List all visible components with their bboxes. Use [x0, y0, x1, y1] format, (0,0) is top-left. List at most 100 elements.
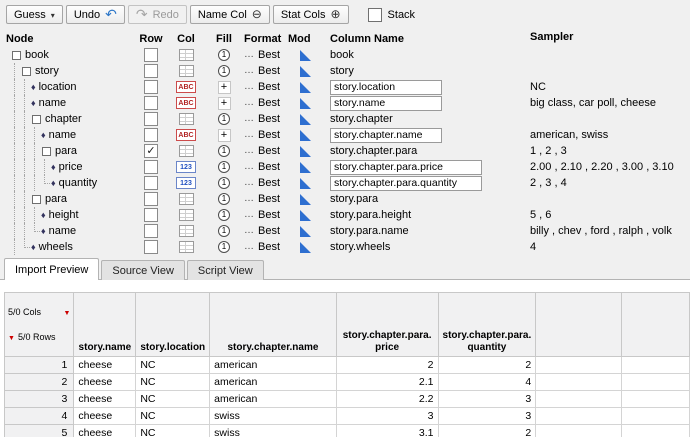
- character-type-icon[interactable]: ABC: [176, 97, 196, 109]
- format-more-button[interactable]: …: [244, 50, 254, 60]
- column-type-icon[interactable]: [179, 241, 194, 253]
- tree-node-story[interactable]: story: [6, 63, 136, 79]
- modeling-type-icon[interactable]: [300, 178, 311, 189]
- column-type-icon[interactable]: [179, 145, 194, 157]
- modeling-type-icon[interactable]: [300, 162, 311, 173]
- format-more-button[interactable]: …: [244, 114, 254, 124]
- row-checkbox[interactable]: [144, 48, 158, 62]
- cols-counter[interactable]: 5/0 Cols: [8, 306, 70, 319]
- row-checkbox[interactable]: [144, 80, 158, 94]
- row-checkbox[interactable]: [144, 64, 158, 78]
- fill-once-icon[interactable]: 1: [218, 225, 230, 237]
- tree-node-story-chapter-name[interactable]: name: [6, 127, 136, 143]
- character-type-icon[interactable]: ABC: [176, 81, 196, 93]
- format-value[interactable]: Best: [258, 65, 280, 77]
- stack-checkbox[interactable]: [368, 8, 382, 22]
- column-name-input[interactable]: [330, 128, 442, 143]
- column-name-input[interactable]: [330, 96, 442, 111]
- name-col-button[interactable]: Name Col: [190, 5, 270, 24]
- row-checkbox[interactable]: [144, 224, 158, 238]
- row-checkbox[interactable]: [144, 160, 158, 174]
- fill-once-icon[interactable]: 1: [218, 209, 230, 221]
- redo-button[interactable]: Redo: [128, 5, 187, 24]
- fill-plus-icon[interactable]: +: [218, 81, 231, 94]
- format-more-button[interactable]: …: [244, 82, 254, 92]
- format-more-button[interactable]: …: [244, 66, 254, 76]
- format-value[interactable]: Best: [258, 113, 280, 125]
- format-more-button[interactable]: …: [244, 242, 254, 252]
- modeling-type-icon[interactable]: [300, 210, 311, 221]
- container-toggle-icon[interactable]: [32, 115, 41, 124]
- format-value[interactable]: Best: [258, 225, 280, 237]
- container-toggle-icon[interactable]: [32, 195, 41, 204]
- row-number[interactable]: 2: [5, 374, 74, 391]
- modeling-type-icon[interactable]: [300, 66, 311, 77]
- row-checkbox[interactable]: [144, 240, 158, 254]
- red-triangle-icon[interactable]: [8, 331, 15, 344]
- modeling-type-icon[interactable]: [300, 226, 311, 237]
- tree-node-story-para[interactable]: para: [6, 191, 136, 207]
- tree-node-story-chapter[interactable]: chapter: [6, 111, 136, 127]
- row-checkbox[interactable]: [144, 96, 158, 110]
- modeling-type-icon[interactable]: [300, 114, 311, 125]
- character-type-icon[interactable]: ABC: [176, 129, 196, 141]
- modeling-type-icon[interactable]: [300, 98, 311, 109]
- red-triangle-icon[interactable]: [63, 306, 70, 319]
- tree-node-story-location[interactable]: location: [6, 79, 136, 95]
- format-value[interactable]: Best: [258, 241, 280, 253]
- column-type-icon[interactable]: [179, 49, 194, 61]
- format-more-button[interactable]: …: [244, 178, 254, 188]
- row-checkbox[interactable]: [144, 208, 158, 222]
- column-header-price[interactable]: story.chapter.para. price: [336, 293, 438, 357]
- fill-once-icon[interactable]: 1: [218, 193, 230, 205]
- table-corner[interactable]: 5/0 Cols 5/0 Rows: [5, 293, 74, 357]
- row-checkbox[interactable]: [144, 128, 158, 142]
- format-more-button[interactable]: …: [244, 210, 254, 220]
- fill-plus-icon[interactable]: +: [218, 129, 231, 142]
- column-header-quantity[interactable]: story.chapter.para. quantity: [438, 293, 536, 357]
- fill-plus-icon[interactable]: +: [218, 97, 231, 110]
- tree-node-story-wheels[interactable]: wheels: [6, 239, 136, 255]
- container-toggle-icon[interactable]: [12, 51, 21, 60]
- modeling-type-icon[interactable]: [300, 194, 311, 205]
- tree-node-story-chapter-para-price[interactable]: price: [6, 159, 136, 175]
- modeling-type-icon[interactable]: [300, 242, 311, 253]
- tree-node-book[interactable]: book: [6, 47, 136, 63]
- column-header-story-location[interactable]: story.location: [136, 293, 210, 357]
- column-header-story-chapter-name[interactable]: story.chapter.name: [210, 293, 337, 357]
- format-value[interactable]: Best: [258, 209, 280, 221]
- container-toggle-icon[interactable]: [22, 67, 31, 76]
- fill-once-icon[interactable]: 1: [218, 49, 230, 61]
- format-more-button[interactable]: …: [244, 98, 254, 108]
- modeling-type-icon[interactable]: [300, 130, 311, 141]
- column-name-input[interactable]: [330, 176, 482, 191]
- tab-script-view[interactable]: Script View: [187, 260, 264, 280]
- fill-once-icon[interactable]: 1: [218, 65, 230, 77]
- format-value[interactable]: Best: [258, 161, 280, 173]
- format-more-button[interactable]: …: [244, 130, 254, 140]
- column-name-input[interactable]: [330, 160, 482, 175]
- fill-once-icon[interactable]: 1: [218, 145, 230, 157]
- modeling-type-icon[interactable]: [300, 146, 311, 157]
- modeling-type-icon[interactable]: [300, 50, 311, 61]
- row-checkbox[interactable]: [144, 144, 158, 158]
- row-number[interactable]: 4: [5, 408, 74, 425]
- container-toggle-icon[interactable]: [42, 147, 51, 156]
- column-type-icon[interactable]: [179, 193, 194, 205]
- format-value[interactable]: Best: [258, 81, 280, 93]
- guess-button[interactable]: Guess: [6, 5, 63, 24]
- numeric-type-icon[interactable]: 123: [176, 177, 196, 189]
- numeric-type-icon[interactable]: 123: [176, 161, 196, 173]
- tab-import-preview[interactable]: Import Preview: [4, 258, 99, 280]
- tree-node-story-chapter-para[interactable]: para: [6, 143, 136, 159]
- column-name-input[interactable]: [330, 80, 442, 95]
- format-more-button[interactable]: …: [244, 194, 254, 204]
- row-number[interactable]: 5: [5, 425, 74, 437]
- tree-node-story-chapter-para-quantity[interactable]: quantity: [6, 175, 136, 191]
- row-checkbox[interactable]: [144, 176, 158, 190]
- column-header-story-name[interactable]: story.name: [74, 293, 136, 357]
- format-value[interactable]: Best: [258, 97, 280, 109]
- undo-button[interactable]: Undo: [66, 5, 125, 24]
- modeling-type-icon[interactable]: [300, 82, 311, 93]
- format-value[interactable]: Best: [258, 129, 280, 141]
